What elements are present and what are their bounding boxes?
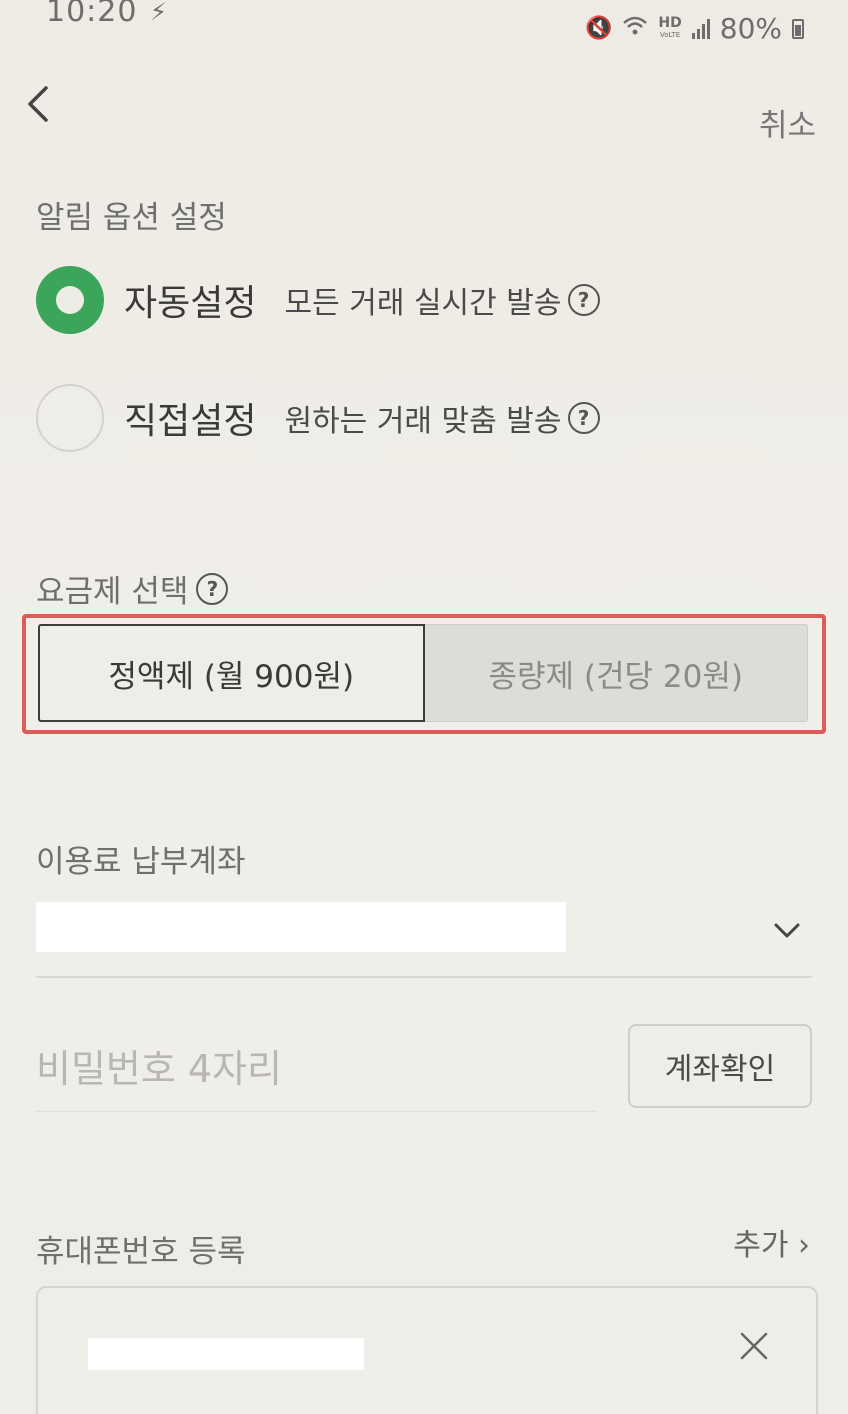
- status-time: 10:20: [46, 0, 138, 29]
- account-section-label: 이용료 납부계좌: [36, 844, 246, 880]
- plan-option-flat[interactable]: 정액제 (월 900원): [38, 624, 425, 722]
- notification-section-label: 알림 옵션 설정: [36, 200, 227, 236]
- chevron-left-icon: [28, 86, 48, 122]
- account-select[interactable]: [36, 900, 812, 978]
- option-description: 원하는 거래 맞춤 발송: [284, 404, 562, 439]
- phone-entry: [36, 1286, 818, 1414]
- mute-icon: 🔇: [585, 16, 613, 41]
- password-placeholder: 비밀번호 4자리: [36, 1047, 283, 1091]
- plan-section-label: 요금제 선택 ?: [36, 566, 229, 611]
- help-icon[interactable]: ?: [567, 284, 600, 316]
- verify-account-button[interactable]: 계좌확인: [628, 1024, 812, 1108]
- volte-label: VoLTE: [660, 30, 681, 39]
- battery-icon: [792, 18, 804, 39]
- phone-section-label: 휴대폰번호 등록: [36, 1234, 246, 1270]
- help-icon[interactable]: ?: [196, 572, 229, 605]
- status-icons: 🔇 HD VoLTE 80%: [585, 12, 804, 45]
- add-phone-link[interactable]: 추가 ›: [733, 1220, 810, 1264]
- battery-percent: 80%: [719, 12, 782, 45]
- cancel-button[interactable]: 취소: [759, 100, 816, 145]
- close-icon[interactable]: [736, 1328, 772, 1364]
- radio-unselected-icon[interactable]: [36, 384, 104, 452]
- plan-segmented-control: 정액제 (월 900원) 종량제 (건당 20원): [38, 624, 808, 722]
- masked-phone-value: [88, 1338, 364, 1370]
- back-button[interactable]: [20, 80, 60, 128]
- chevron-down-icon: [774, 923, 800, 938]
- masked-account-value: [36, 902, 566, 952]
- plan-label-text: 요금제 선택: [36, 574, 189, 610]
- screen: 10:20 ⚡ 🔇 HD VoLTE 80% 취소 알림 옵션 설정 자동설정 …: [0, 0, 848, 1414]
- option-manual[interactable]: 직접설정 원하는 거래 맞춤 발송 ?: [36, 384, 600, 452]
- status-bar: 10:20 ⚡ 🔇 HD VoLTE 80%: [0, 0, 848, 52]
- plan-option-usage[interactable]: 종량제 (건당 20원): [424, 624, 808, 722]
- option-description: 모든 거래 실시간 발송: [284, 286, 562, 321]
- option-auto[interactable]: 자동설정 모든 거래 실시간 발송 ?: [36, 266, 600, 334]
- option-title: 직접설정: [124, 401, 257, 442]
- signal-icon: [691, 18, 710, 39]
- radio-selected-icon[interactable]: [36, 266, 104, 334]
- wifi-icon: [622, 15, 648, 43]
- volte-icon: HD VoLTE: [658, 16, 681, 41]
- help-icon[interactable]: ?: [567, 402, 600, 434]
- notification-icon: ⚡: [150, 0, 167, 26]
- password-input[interactable]: 비밀번호 4자리: [36, 1024, 596, 1112]
- option-title: 자동설정: [124, 283, 257, 324]
